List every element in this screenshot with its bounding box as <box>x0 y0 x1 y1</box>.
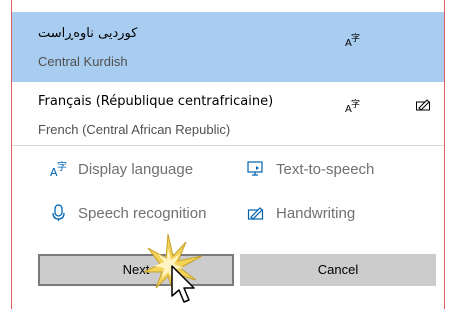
handwriting-icon <box>416 99 430 111</box>
cancel-button[interactable]: Cancel <box>240 254 436 286</box>
feature-speech-recognition: Speech recognition <box>50 204 206 222</box>
feature-handwriting: Handwriting <box>247 204 355 222</box>
handwriting-icon <box>247 207 264 220</box>
feature-display-language: A 字 Display language <box>50 160 193 178</box>
language-title: کوردیی ناوەڕاست <box>38 26 138 41</box>
language-title: Français (République centrafricaine) <box>38 94 274 109</box>
language-subtitle: Central Kurdish <box>38 54 128 69</box>
language-subtitle: French (Central African Republic) <box>38 122 231 137</box>
feature-text-to-speech: Text-to-speech <box>247 160 374 178</box>
svg-text:字: 字 <box>351 98 360 110</box>
svg-text:字: 字 <box>57 160 67 173</box>
mouse-pointer-icon <box>171 265 195 303</box>
feature-label: Speech recognition <box>78 204 207 222</box>
feature-label: Display language <box>78 160 194 178</box>
language-item-central-kurdish[interactable]: کوردیی ناوەڕاست Central Kurdish A 字 <box>12 12 444 82</box>
feature-label: Text-to-speech <box>276 160 375 178</box>
feature-label: Handwriting <box>276 204 356 222</box>
svg-text:字: 字 <box>351 32 360 44</box>
microphone-icon <box>52 204 65 221</box>
display-language-icon: A 字 <box>345 32 360 48</box>
language-item-french-car[interactable]: Français (République centrafricaine) Fre… <box>12 84 444 146</box>
display-language-icon: A 字 <box>345 98 360 114</box>
text-to-speech-icon <box>247 161 263 176</box>
display-language-icon: A 字 <box>50 160 67 178</box>
